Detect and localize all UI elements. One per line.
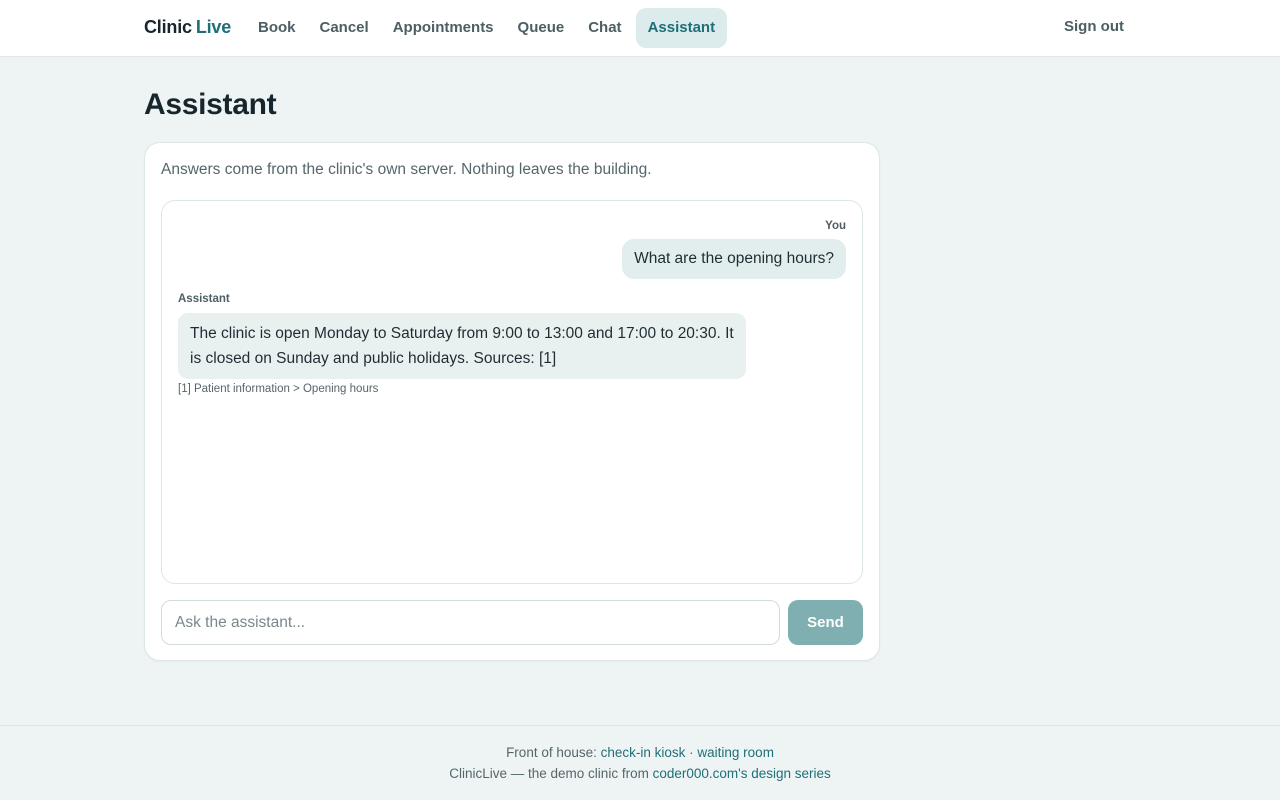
footer-front-of-house: Front of house: check-in kiosk · waiting… (0, 745, 1280, 760)
main-nav: Book Cancel Appointments Queue Chat Assi… (248, 8, 728, 48)
nav-item-assistant[interactable]: Assistant (635, 8, 728, 48)
user-message-bubble: What are the opening hours? (622, 239, 846, 279)
brand-logo[interactable]: Clinic Live (144, 17, 231, 38)
brand-name-accent: Live (195, 17, 232, 37)
footer-front-of-house-label: Front of house: (506, 745, 601, 760)
nav-item-chat[interactable]: Chat (578, 8, 631, 48)
brand-name-primary: Clinic (144, 17, 192, 37)
assistant-message-bubble: The clinic is open Monday to Saturday fr… (178, 313, 746, 379)
nav-item-appointments[interactable]: Appointments (383, 8, 504, 48)
send-button[interactable]: Send (788, 600, 863, 645)
user-message-label: You (825, 220, 846, 232)
page-title: Assistant (144, 88, 277, 121)
footer-credit-label: ClinicLive — the demo clinic from (449, 766, 653, 781)
nav-item-book[interactable]: Book (248, 8, 306, 48)
assistant-source-citation: [1] Patient information > Opening hours (178, 383, 379, 395)
design-series-link[interactable]: coder000.com's design series (653, 766, 831, 781)
privacy-note: Answers come from the clinic's own serve… (161, 161, 652, 178)
check-in-kiosk-link[interactable]: check-in kiosk (601, 745, 686, 760)
chat-log[interactable]: You What are the opening hours? Assistan… (161, 200, 863, 584)
assistant-card: Answers come from the clinic's own serve… (144, 142, 880, 661)
nav-item-queue[interactable]: Queue (508, 8, 575, 48)
footer-separator: · (685, 745, 698, 760)
waiting-room-link[interactable]: waiting room (697, 745, 774, 760)
footer-credit: ClinicLive — the demo clinic from coder0… (0, 766, 1280, 781)
nav-item-cancel[interactable]: Cancel (310, 8, 379, 48)
assistant-message-label: Assistant (178, 293, 230, 305)
top-navigation-bar: Clinic Live Book Cancel Appointments Queu… (0, 0, 1280, 57)
footer: Front of house: check-in kiosk · waiting… (0, 725, 1280, 800)
ask-assistant-input[interactable] (161, 600, 780, 645)
sign-out-link[interactable]: Sign out (1064, 18, 1124, 35)
